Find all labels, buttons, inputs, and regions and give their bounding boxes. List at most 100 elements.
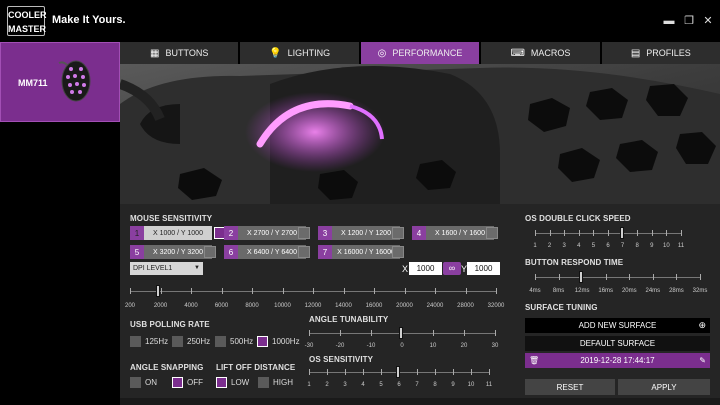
reset-button[interactable]: RESET [525, 379, 615, 395]
saved-surface-item[interactable]: 🗑 2019-12-28 17:44:17 ✎ [525, 353, 710, 368]
slider-tick [700, 274, 701, 280]
tab-buttons[interactable]: ▦ BUTTONS [120, 42, 241, 64]
scale-label: 14000 [335, 303, 352, 309]
checkbox[interactable] [257, 336, 268, 347]
dpi-level-5[interactable]: 5 X 3200 / Y 3200 [130, 245, 212, 259]
option-label: 250Hz [187, 337, 211, 346]
apply-button[interactable]: APPLY [618, 379, 710, 395]
scale-label: 200 [124, 303, 136, 309]
dpi-color-swatch[interactable] [298, 246, 310, 258]
tab-lighting[interactable]: 💡 LIGHTING [240, 42, 361, 64]
polling-1000hz-option[interactable]: 1000Hz [257, 336, 300, 347]
edit-icon[interactable]: ✎ [699, 356, 706, 365]
angle-snap-off-option[interactable]: OFF [172, 377, 203, 388]
tab-performance[interactable]: ◎ PERFORMANCE [360, 42, 482, 64]
angle-snap-on-option[interactable]: ON [130, 377, 157, 388]
tab-macros[interactable]: ⌨ MACROS [481, 42, 602, 64]
option-label: OFF [187, 378, 203, 387]
device-card-mm711[interactable]: MM711 [0, 42, 120, 122]
slider-tick [282, 288, 284, 294]
tab-label: BUTTONS [165, 48, 209, 58]
button-label: DEFAULT SURFACE [579, 339, 656, 348]
scale-label: -30 [304, 343, 314, 349]
dpi-level-4[interactable]: 4 X 1600 / Y 1600 [412, 226, 494, 240]
scale-label: 8000 [245, 303, 259, 309]
logo-line-1: COOLER [8, 10, 47, 20]
slider-tick [676, 274, 678, 280]
checkbox[interactable] [215, 336, 226, 347]
dpi-level-1[interactable]: 1 X 1000 / Y 1000 [130, 226, 212, 240]
slider-tick [343, 288, 345, 294]
scale-label: 9 [650, 243, 654, 249]
minimize-icon[interactable]: ▬ [662, 14, 676, 28]
mouse-hero-image [120, 64, 720, 204]
dpi-slider-ticks [130, 288, 497, 294]
dpi-level-number: 7 [318, 245, 332, 259]
os-sens-slider-handle[interactable] [396, 366, 400, 378]
lift-off-high-option[interactable]: HIGH [258, 377, 293, 388]
checkbox[interactable] [130, 377, 141, 388]
slider-tick [605, 274, 607, 280]
scale-label: 8ms [552, 288, 565, 294]
slider-tick [130, 288, 131, 294]
scale-label: 6 [606, 243, 610, 249]
dpi-level-2[interactable]: 2 X 2700 / Y 2700 [224, 226, 306, 240]
close-icon[interactable]: ✕ [701, 14, 715, 28]
slider-tick [160, 288, 162, 294]
dpi-level-3[interactable]: 3 X 1200 / Y 1200 [318, 226, 400, 240]
tab-profiles[interactable]: ▤ PROFILES [601, 42, 720, 64]
polling-250hz-option[interactable]: 250Hz [172, 336, 210, 347]
dpi-y-input[interactable]: 1000 [467, 262, 500, 275]
maximize-icon[interactable]: ❐ [682, 14, 696, 28]
slider-tick [435, 288, 436, 294]
scale-label: 24000 [426, 303, 444, 309]
option-label: 500Hz [230, 337, 254, 346]
scale-label: 10 [467, 382, 475, 388]
dpi-color-swatch[interactable] [204, 246, 216, 258]
bottom-strip [120, 398, 720, 405]
link-xy-icon[interactable]: ∞ [443, 262, 461, 275]
device-name: MM711 [18, 78, 48, 88]
trash-icon[interactable]: 🗑 [529, 356, 539, 365]
dpi-x-input[interactable]: 1000 [409, 262, 442, 275]
polling-125hz-option[interactable]: 125Hz [130, 336, 168, 347]
dpi-color-swatch[interactable] [392, 246, 404, 258]
slider-tick [345, 369, 346, 375]
angle-slider-handle[interactable] [399, 327, 403, 339]
checkbox[interactable] [258, 377, 269, 388]
default-surface-button[interactable]: DEFAULT SURFACE [525, 336, 710, 351]
dpi-slider-handle[interactable] [156, 285, 161, 297]
dpi-color-swatch[interactable] [392, 227, 404, 239]
slider-tick [629, 274, 631, 280]
angle-tunability-title: ANGLE TUNABILITY [309, 315, 389, 324]
dpi-level-6[interactable]: 6 X 6400 / Y 6400 [224, 245, 306, 259]
scale-label: 4 [361, 382, 365, 388]
dpi-level-7[interactable]: 7 X 16000 / Y 16000 [318, 245, 400, 259]
slider-tick [578, 230, 580, 236]
dpi-color-swatch[interactable] [486, 227, 498, 239]
scale-label: 12ms [574, 288, 590, 294]
slider-tick [681, 230, 682, 236]
slider-tick [221, 288, 223, 294]
scale-label: 5 [591, 243, 596, 249]
double-click-slider-handle[interactable] [619, 227, 624, 239]
slider-tick [652, 274, 654, 280]
checkbox[interactable] [130, 336, 141, 347]
lighting-icon: 💡 [269, 47, 282, 59]
respond-slider-handle[interactable] [579, 271, 584, 283]
scale-label: 16ms [598, 288, 614, 294]
add-new-surface-button[interactable]: ADD NEW SURFACE ⊕ [525, 318, 710, 333]
os-sensitivity-title: OS SENSITIVITY [309, 355, 374, 364]
dpi-color-swatch[interactable] [298, 227, 310, 239]
checkbox[interactable] [172, 377, 183, 388]
polling-500hz-option[interactable]: 500Hz [215, 336, 253, 347]
scale-label: 9 [451, 382, 455, 388]
slider-tick [496, 288, 497, 294]
lift-off-low-option[interactable]: LOW [216, 377, 249, 388]
scale-label: 20ms [621, 288, 637, 294]
dpi-level-select[interactable]: DPI LEVEL1 ▼ [130, 262, 203, 275]
dpi-level-number: 1 [130, 226, 144, 240]
checkbox[interactable] [216, 377, 227, 388]
checkbox[interactable] [172, 336, 183, 347]
scale-label: 32ms [692, 288, 708, 294]
